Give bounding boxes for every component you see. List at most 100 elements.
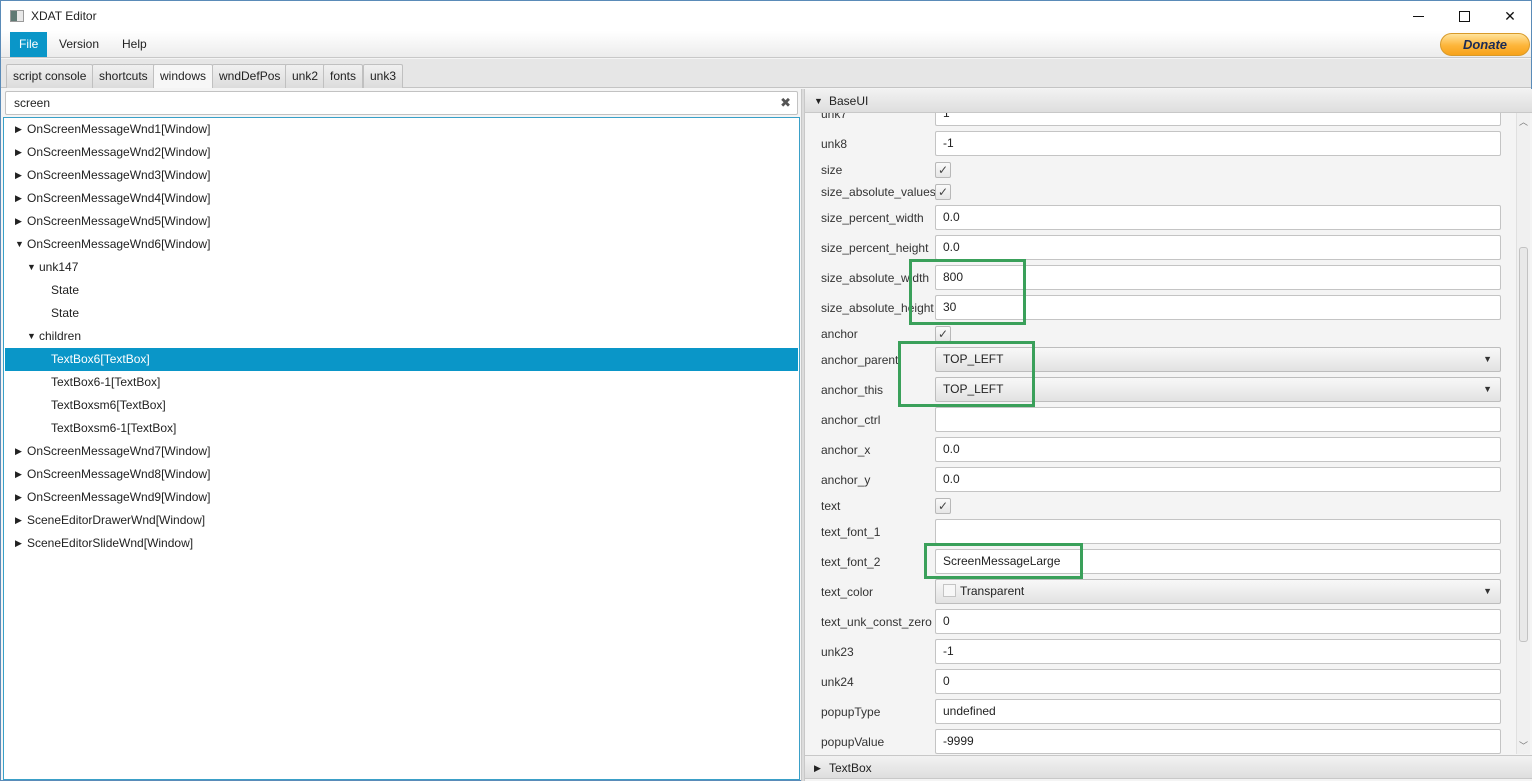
menu-help[interactable]: Help [113, 32, 156, 57]
text-color-select[interactable]: Transparent ▼ [935, 579, 1501, 604]
text-unk-const-zero-input[interactable]: 0 [935, 609, 1501, 634]
property-label-text: text [821, 499, 841, 513]
tree-item[interactable]: ▶ OnScreenMessageWnd1[Window] [5, 118, 798, 141]
popuptype-input[interactable]: undefined [935, 699, 1501, 724]
expand-arrow-icon[interactable]: ▶ [15, 440, 25, 463]
property-label-anchor-parent: anchor_parent [821, 353, 899, 367]
tree-item-label: TextBoxsm6-1[TextBox] [51, 421, 177, 435]
tab-unk3[interactable]: unk3 [363, 64, 404, 88]
collapse-arrow-icon[interactable]: ▼ [27, 325, 37, 348]
text-checkbox[interactable]: ✓ [935, 498, 951, 514]
property-label-size: size [821, 163, 843, 177]
anchor-x-input[interactable]: 0.0 [935, 437, 1501, 462]
property-label-unk8: unk8 [821, 137, 848, 151]
anchor-parent-select[interactable]: TOP_LEFT ▼ [935, 347, 1501, 372]
size-absolute-values-checkbox[interactable]: ✓ [935, 184, 951, 200]
tree-item[interactable]: State [5, 302, 798, 325]
tab-shortcuts[interactable]: shortcuts [92, 64, 155, 88]
tree-item[interactable]: TextBox6-1[TextBox] [5, 371, 798, 394]
size-percent-width-input[interactable]: 0.0 [935, 205, 1501, 230]
minimize-button[interactable] [1395, 1, 1441, 31]
tree-item[interactable]: TextBox6[TextBox] [5, 348, 798, 371]
dropdown-arrow-icon: ▼ [1483, 354, 1492, 364]
tab-wnddefpos[interactable]: wndDefPos [212, 64, 288, 88]
search-input[interactable] [14, 92, 774, 114]
properties-scrollbar[interactable]: ︿ ﹀ [1516, 113, 1530, 754]
tree-item[interactable]: ▶ OnScreenMessageWnd5[Window] [5, 210, 798, 233]
close-button[interactable]: ✕ [1487, 1, 1532, 31]
color-swatch [943, 584, 956, 597]
tree-item[interactable]: ▶ OnScreenMessageWnd9[Window] [5, 486, 798, 509]
menu-version[interactable]: Version [50, 32, 108, 57]
section-baseui-header[interactable]: ▼ BaseUI [805, 89, 1532, 113]
maximize-icon [1458, 10, 1470, 22]
expand-arrow-icon[interactable]: ▶ [15, 210, 25, 233]
property-grid: unk7 1 unk8 -1 size ✓ size_absolute_values ✓ siz… [805, 113, 1515, 754]
collapse-arrow-icon[interactable]: ▼ [15, 233, 25, 256]
anchor-y-input[interactable]: 0.0 [935, 467, 1501, 492]
scroll-thumb[interactable] [1519, 246, 1528, 642]
text-font-1-input[interactable] [935, 519, 1501, 544]
tab-script-console[interactable]: script console [6, 64, 94, 88]
tree-item[interactable]: ▶ OnScreenMessageWnd3[Window] [5, 164, 798, 187]
maximize-button[interactable] [1441, 1, 1487, 31]
text-font-2-input[interactable]: ScreenMessageLarge [935, 549, 1501, 574]
expand-arrow-icon[interactable]: ▶ [15, 118, 25, 141]
scroll-down-icon[interactable]: ﹀ [1519, 739, 1528, 752]
size-checkbox[interactable]: ✓ [935, 162, 951, 178]
tree-item[interactable]: State [5, 279, 798, 302]
unk23-input[interactable]: -1 [935, 639, 1501, 664]
size-absolute-height-input[interactable]: 30 [935, 295, 1501, 320]
section-title: BaseUI [829, 94, 869, 108]
tab-fonts[interactable]: fonts [323, 64, 364, 88]
tree-item[interactable]: TextBoxsm6-1[TextBox] [5, 417, 798, 440]
property-label-popuptype: popupType [821, 705, 881, 719]
tab-windows[interactable]: windows [153, 64, 214, 88]
tree-item-label: SceneEditorDrawerWnd[Window] [27, 513, 206, 527]
unk8-input[interactable]: -1 [935, 131, 1501, 156]
tree-item[interactable]: ▼ children [5, 325, 798, 348]
expand-arrow-icon[interactable]: ▶ [15, 509, 25, 532]
section-textbox-header[interactable]: ▶ TextBox [805, 755, 1532, 779]
property-label-text-font-2: text_font_2 [821, 555, 881, 569]
tree-item[interactable]: ▼ unk147 [5, 256, 798, 279]
tree-item[interactable]: ▶ OnScreenMessageWnd8[Window] [5, 463, 798, 486]
unk7-input[interactable]: 1 [935, 113, 1501, 126]
unk24-input[interactable]: 0 [935, 669, 1501, 694]
property-label-popupvalue: popupValue [821, 735, 885, 749]
tree-item[interactable]: ▼ OnScreenMessageWnd6[Window] [5, 233, 798, 256]
expand-arrow-icon[interactable]: ▶ [15, 486, 25, 509]
scroll-up-icon[interactable]: ︿ [1519, 115, 1528, 128]
popupvalue-input[interactable]: -9999 [935, 729, 1501, 754]
clear-icon[interactable]: ✖ [780, 95, 791, 111]
expand-arrow-icon[interactable]: ▶ [15, 164, 25, 187]
tree-item-label: TextBox6[TextBox] [51, 352, 150, 366]
property-label-size-absolute-values: size_absolute_values [821, 185, 936, 199]
window-tree: ▶ OnScreenMessageWnd1[Window] ▶ OnScreenMes… [3, 117, 800, 780]
size-percent-height-input[interactable]: 0.0 [935, 235, 1501, 260]
collapse-arrow-icon[interactable]: ▼ [27, 256, 37, 279]
tree-item-label: unk147 [39, 260, 79, 274]
tree-item-label: OnScreenMessageWnd5[Window] [27, 214, 211, 228]
donate-button[interactable]: Donate [1440, 33, 1530, 56]
tree-item[interactable]: ▶ OnScreenMessageWnd2[Window] [5, 141, 798, 164]
expand-arrow-icon[interactable]: ▶ [15, 532, 25, 555]
tree-item[interactable]: TextBoxsm6[TextBox] [5, 394, 798, 417]
tree-item[interactable]: ▶ SceneEditorDrawerWnd[Window] [5, 509, 798, 532]
expand-arrow-icon[interactable]: ▶ [15, 187, 25, 210]
tab-unk2[interactable]: unk2 [285, 64, 326, 88]
anchor-ctrl-input[interactable] [935, 407, 1501, 432]
expand-arrow-icon[interactable]: ▶ [15, 463, 25, 486]
minimize-icon [1412, 15, 1424, 17]
anchor-this-select[interactable]: TOP_LEFT ▼ [935, 377, 1501, 402]
anchor-checkbox[interactable]: ✓ [935, 326, 951, 342]
tree-item-label: State [51, 306, 80, 320]
size-absolute-width-input[interactable]: 800 [935, 265, 1501, 290]
property-label-anchor-this: anchor_this [821, 383, 884, 397]
menu-file[interactable]: File [10, 32, 48, 57]
tree-item-label: OnScreenMessageWnd7[Window] [27, 444, 211, 458]
tree-item[interactable]: ▶ SceneEditorSlideWnd[Window] [5, 532, 798, 555]
expand-arrow-icon[interactable]: ▶ [15, 141, 25, 164]
tree-item[interactable]: ▶ OnScreenMessageWnd7[Window] [5, 440, 798, 463]
tree-item[interactable]: ▶ OnScreenMessageWnd4[Window] [5, 187, 798, 210]
